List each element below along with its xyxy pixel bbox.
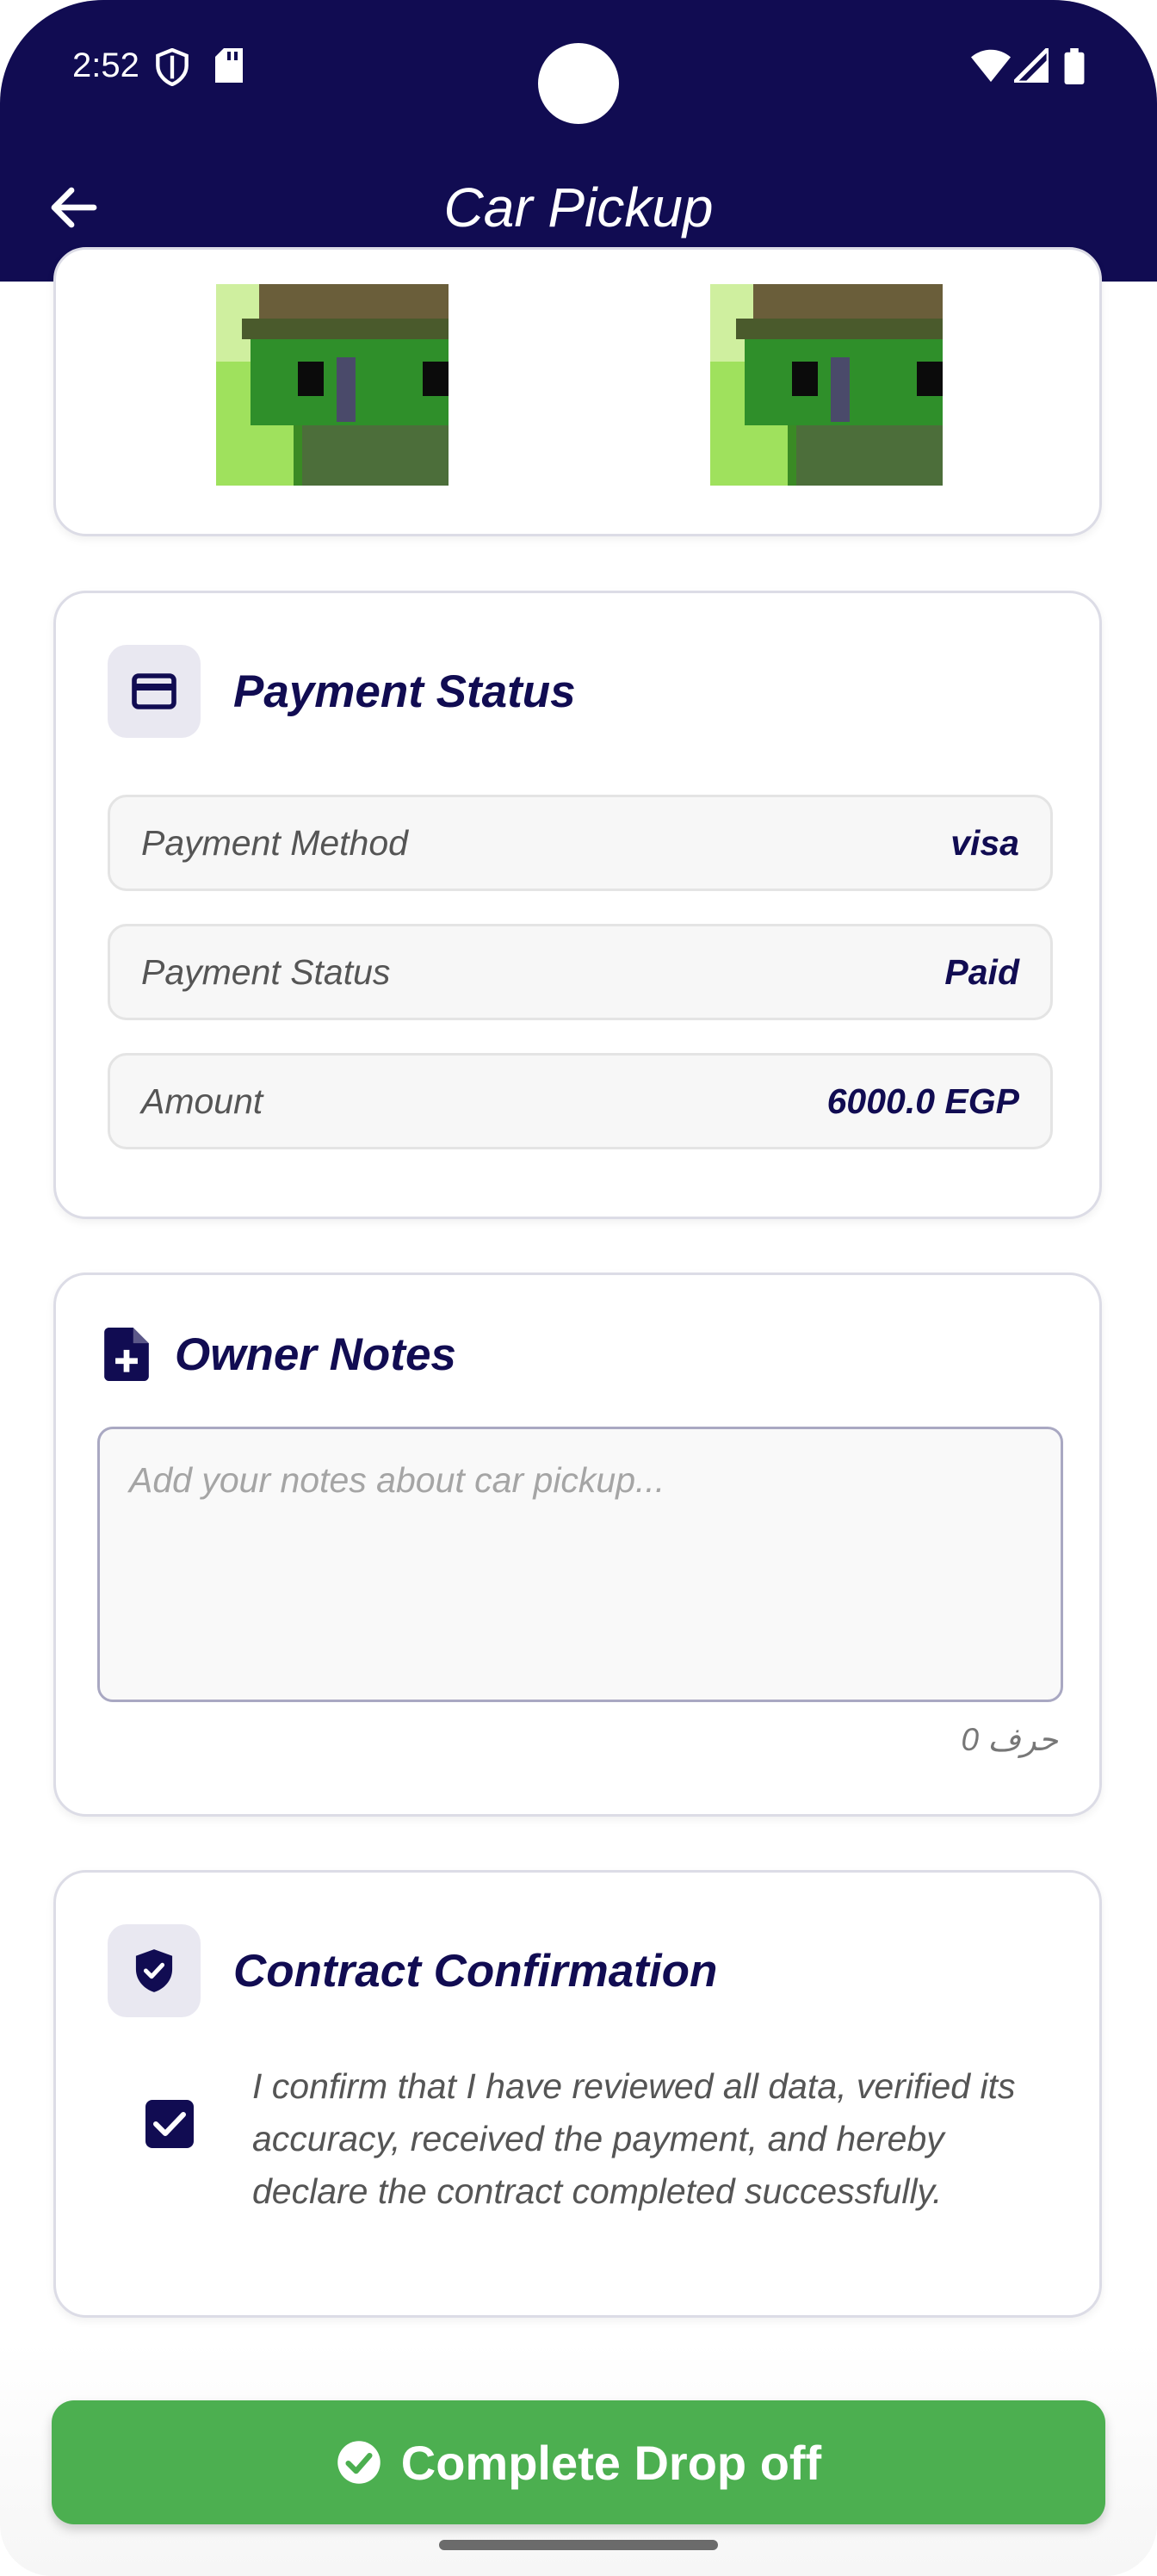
home-indicator[interactable] xyxy=(439,2540,718,2550)
payment-status-value: Paid xyxy=(944,951,1019,992)
payment-status-row: Payment Status Paid xyxy=(108,924,1053,1020)
shield-status-icon xyxy=(156,48,189,86)
credit-card-icon xyxy=(132,673,176,709)
status-bar: 2:52 xyxy=(0,0,1157,138)
payment-card-header: Payment Status xyxy=(108,645,576,738)
payment-method-label: Payment Method xyxy=(141,822,408,863)
note-add-icon xyxy=(104,1328,149,1381)
complete-button-label: Complete Drop off xyxy=(400,2435,822,2490)
credit-card-icon-box xyxy=(108,645,201,738)
wifi-icon xyxy=(971,49,1011,83)
contract-confirmation-card: Contract Confirmation I confirm that I h… xyxy=(53,1870,1102,2318)
notes-card-header: Owner Notes xyxy=(104,1322,456,1387)
battery-icon xyxy=(1064,48,1085,84)
scroll-content[interactable]: Payment Status Payment Method visa Payme… xyxy=(0,247,1157,2576)
car-photos-card xyxy=(53,247,1102,536)
check-circle-icon xyxy=(337,2441,381,2484)
notes-textarea[interactable]: Add your notes about car pickup... xyxy=(97,1427,1063,1702)
page-title: Car Pickup xyxy=(443,176,714,238)
car-photo-2[interactable] xyxy=(710,284,943,486)
status-time: 2:52 xyxy=(72,46,139,84)
notes-card-title: Owner Notes xyxy=(175,1328,456,1380)
payment-status-label: Payment Status xyxy=(141,951,391,992)
contract-card-header: Contract Confirmation xyxy=(108,1924,717,2017)
phone-frame: 2:52 Car Pickup Payment Status Payment M… xyxy=(0,0,1157,2576)
signal-icon xyxy=(1014,48,1049,83)
amount-value: 6000.0 EGP xyxy=(826,1081,1019,1121)
verified-shield-icon xyxy=(135,1949,173,1992)
character-counter: 0 حرف xyxy=(961,1722,1058,1757)
car-photo-1[interactable] xyxy=(216,284,449,486)
checkmark-icon xyxy=(153,2112,186,2136)
payment-method-row: Payment Method visa xyxy=(108,795,1053,891)
confirm-checkbox[interactable] xyxy=(145,2100,194,2148)
verified-shield-icon-box xyxy=(108,1924,201,2017)
confirm-statement[interactable]: I confirm that I have reviewed all data,… xyxy=(252,2060,1061,2218)
payment-card-title: Payment Status xyxy=(233,666,576,717)
app-bar: 2:52 Car Pickup xyxy=(0,0,1157,282)
notes-placeholder: Add your notes about car pickup... xyxy=(129,1460,665,1500)
payment-method-value: visa xyxy=(950,822,1019,863)
amount-row: Amount 6000.0 EGP xyxy=(108,1053,1053,1149)
contract-card-title: Contract Confirmation xyxy=(233,1945,718,1997)
amount-label: Amount xyxy=(141,1081,263,1121)
payment-status-card: Payment Status Payment Method visa Payme… xyxy=(53,591,1102,1219)
owner-notes-card: Owner Notes Add your notes about car pic… xyxy=(53,1273,1102,1817)
sd-card-icon xyxy=(215,48,243,83)
front-camera xyxy=(538,43,619,124)
complete-drop-off-button[interactable]: Complete Drop off xyxy=(52,2400,1105,2524)
